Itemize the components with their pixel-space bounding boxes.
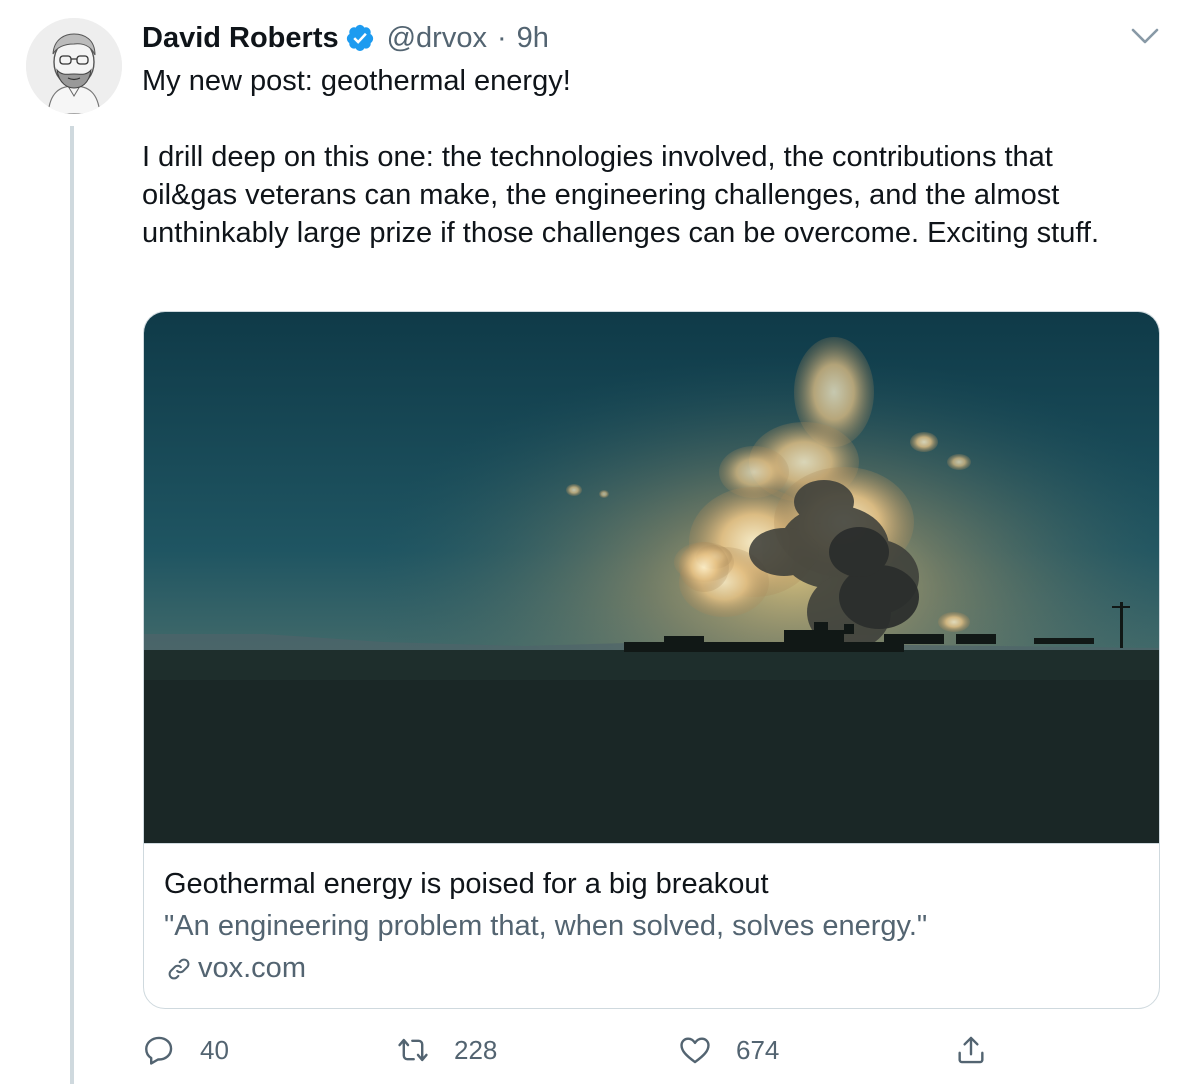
reply-icon — [145, 1036, 173, 1065]
reply-count: 40 — [200, 1034, 229, 1065]
reply-button[interactable]: 40 — [142, 1028, 229, 1072]
like-button[interactable]: 674 — [678, 1028, 779, 1072]
card-title: Geothermal energy is poised for a big br… — [164, 868, 769, 900]
separator-dot: · — [496, 21, 507, 54]
retweet-icon — [398, 1038, 428, 1062]
geothermal-plant-steam-photo-icon — [144, 312, 1159, 843]
tweet-paragraph-1: My new post: geothermal energy! — [142, 65, 571, 97]
tweet-actions: 40 228 674 — [142, 1028, 1152, 1072]
retweet-button[interactable]: 228 — [396, 1028, 497, 1072]
tweet-text: My new post: geothermal energy! I drill … — [142, 62, 1152, 252]
more-options-chevron-down-icon[interactable] — [1128, 22, 1162, 50]
retweet-count: 228 — [454, 1034, 498, 1065]
card-text-area: Geothermal energy is poised for a big br… — [144, 843, 1159, 1008]
tweet-paragraph-2: I drill deep on this one: the technologi… — [142, 141, 1099, 249]
share-button[interactable] — [954, 1028, 988, 1072]
card-domain-text: vox.com — [198, 952, 306, 984]
tweet-timestamp[interactable]: 9h — [517, 22, 549, 55]
card-description: "An engineering problem that, when solve… — [164, 910, 928, 942]
author-avatar[interactable] — [26, 18, 122, 114]
author-handle[interactable]: @drvox — [387, 22, 487, 55]
share-upload-icon — [958, 1036, 984, 1064]
verified-badge-icon — [346, 24, 373, 51]
heart-icon — [680, 1037, 710, 1064]
link-icon — [168, 958, 190, 979]
avatar-sketch-icon — [26, 18, 122, 114]
tweet-header: David Roberts @drvox · 9h — [142, 18, 549, 58]
card-domain: vox.com — [164, 952, 306, 985]
author-name[interactable]: David Roberts — [142, 22, 339, 55]
link-card[interactable]: Geothermal energy is poised for a big br… — [143, 311, 1160, 1009]
like-count: 674 — [736, 1034, 780, 1065]
thread-line — [70, 126, 74, 1084]
